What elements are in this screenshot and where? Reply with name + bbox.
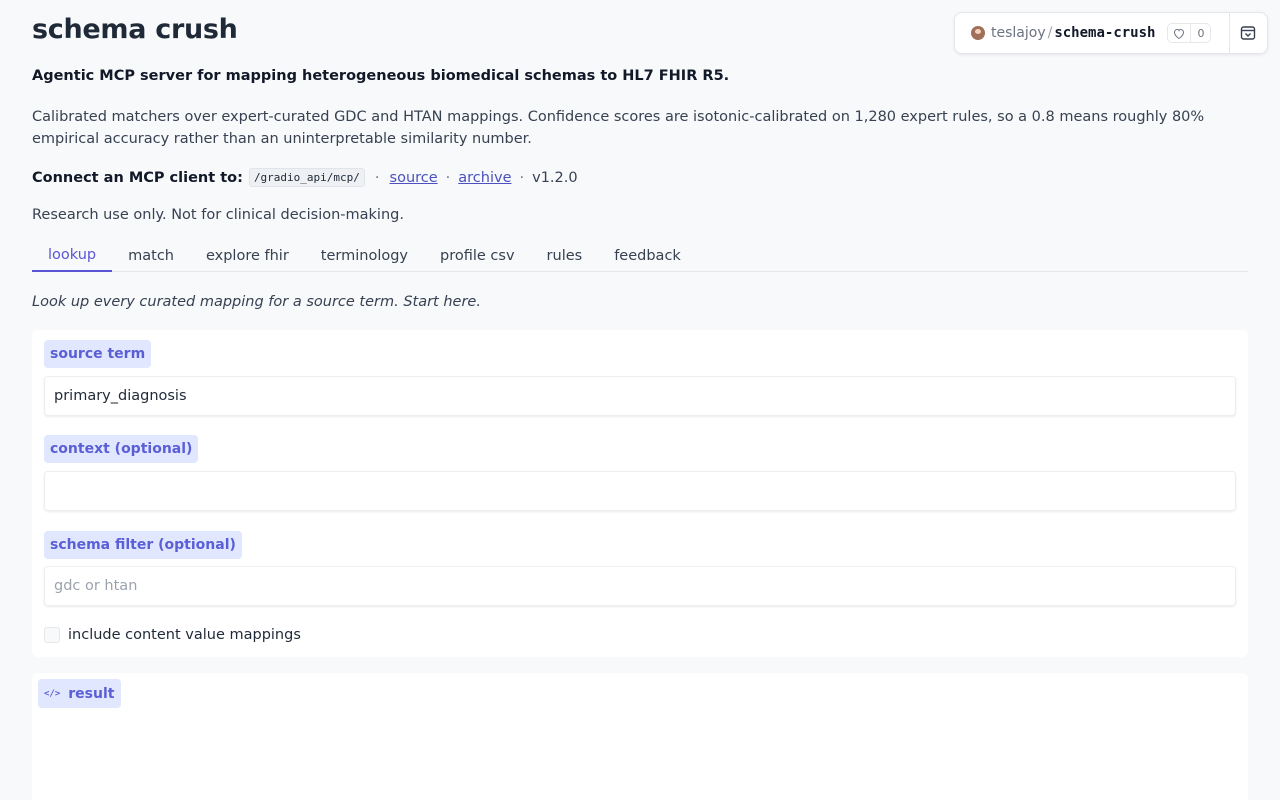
- separator-dot: ·: [519, 169, 525, 186]
- include-content-label[interactable]: include content value mappings: [68, 627, 301, 643]
- hub-owner[interactable]: teslajoy: [991, 25, 1046, 41]
- tab-rules[interactable]: rules: [531, 240, 599, 271]
- tab-bar: lookup match explore fhir terminology pr…: [32, 240, 1248, 272]
- like-button[interactable]: 0: [1167, 23, 1212, 43]
- hub-badge: teslajoy / schema-crush 0: [954, 12, 1268, 54]
- tab-label: explore fhir: [205, 247, 289, 264]
- hub-slash: /: [1047, 25, 1053, 41]
- heart-icon: [1168, 24, 1190, 42]
- tab-label: lookup: [48, 246, 97, 263]
- separator-dot: ·: [374, 169, 380, 186]
- tab-terminology[interactable]: terminology: [305, 240, 424, 271]
- tab-label: terminology: [320, 247, 409, 264]
- tab-profile-csv[interactable]: profile csv: [424, 240, 531, 271]
- separator-dot: ·: [445, 169, 451, 186]
- avatar[interactable]: [971, 26, 985, 40]
- mcp-path: /gradio_api/mcp/: [248, 168, 365, 187]
- tab-label: match: [128, 247, 174, 264]
- tab-feedback[interactable]: feedback: [598, 240, 697, 271]
- tab-label: feedback: [614, 247, 681, 264]
- connect-label: Connect an MCP client to:: [32, 169, 243, 186]
- tab-label: profile csv: [440, 247, 515, 264]
- page-subtitle: Agentic MCP server for mapping heterogen…: [32, 68, 730, 84]
- tab-explore-fhir[interactable]: explore fhir: [190, 240, 305, 271]
- tab-match[interactable]: match: [112, 240, 190, 271]
- context-label: context (optional): [44, 435, 199, 463]
- version-label: v1.2.0: [532, 169, 578, 186]
- page-description: Calibrated matchers over expert-curated …: [32, 109, 1205, 147]
- include-content-checkbox[interactable]: [44, 627, 60, 643]
- tab-hint: Look up every curated mapping for a sour…: [32, 294, 481, 310]
- include-content-row[interactable]: include content value mappings: [44, 627, 301, 643]
- schema-filter-input[interactable]: [44, 566, 1236, 606]
- result-label: </> result: [38, 679, 122, 708]
- code-icon: </>: [44, 688, 61, 699]
- context-input[interactable]: [44, 471, 1236, 511]
- tab-lookup[interactable]: lookup: [32, 240, 113, 272]
- schema-filter-label: schema filter (optional): [44, 531, 242, 559]
- archive-link[interactable]: archive: [458, 170, 511, 186]
- source-link[interactable]: source: [390, 170, 438, 186]
- hub-repo-name[interactable]: schema-crush: [1054, 25, 1155, 41]
- result-label-text: result: [68, 685, 115, 702]
- result-panel: </> result: [32, 673, 1248, 800]
- like-count: 0: [1190, 24, 1210, 42]
- tab-label: rules: [546, 247, 583, 264]
- disclaimer: Research use only. Not for clinical deci…: [32, 207, 404, 223]
- connect-line: Connect an MCP client to: /gradio_api/mc…: [32, 168, 578, 187]
- source-term-label: source term: [44, 340, 152, 368]
- page-title: schema crush: [32, 14, 238, 45]
- lookup-form-panel: source term context (optional) schema fi…: [32, 330, 1248, 657]
- collapse-icon: [1240, 26, 1256, 40]
- collapse-button[interactable]: [1229, 13, 1267, 53]
- source-term-input[interactable]: [44, 376, 1236, 416]
